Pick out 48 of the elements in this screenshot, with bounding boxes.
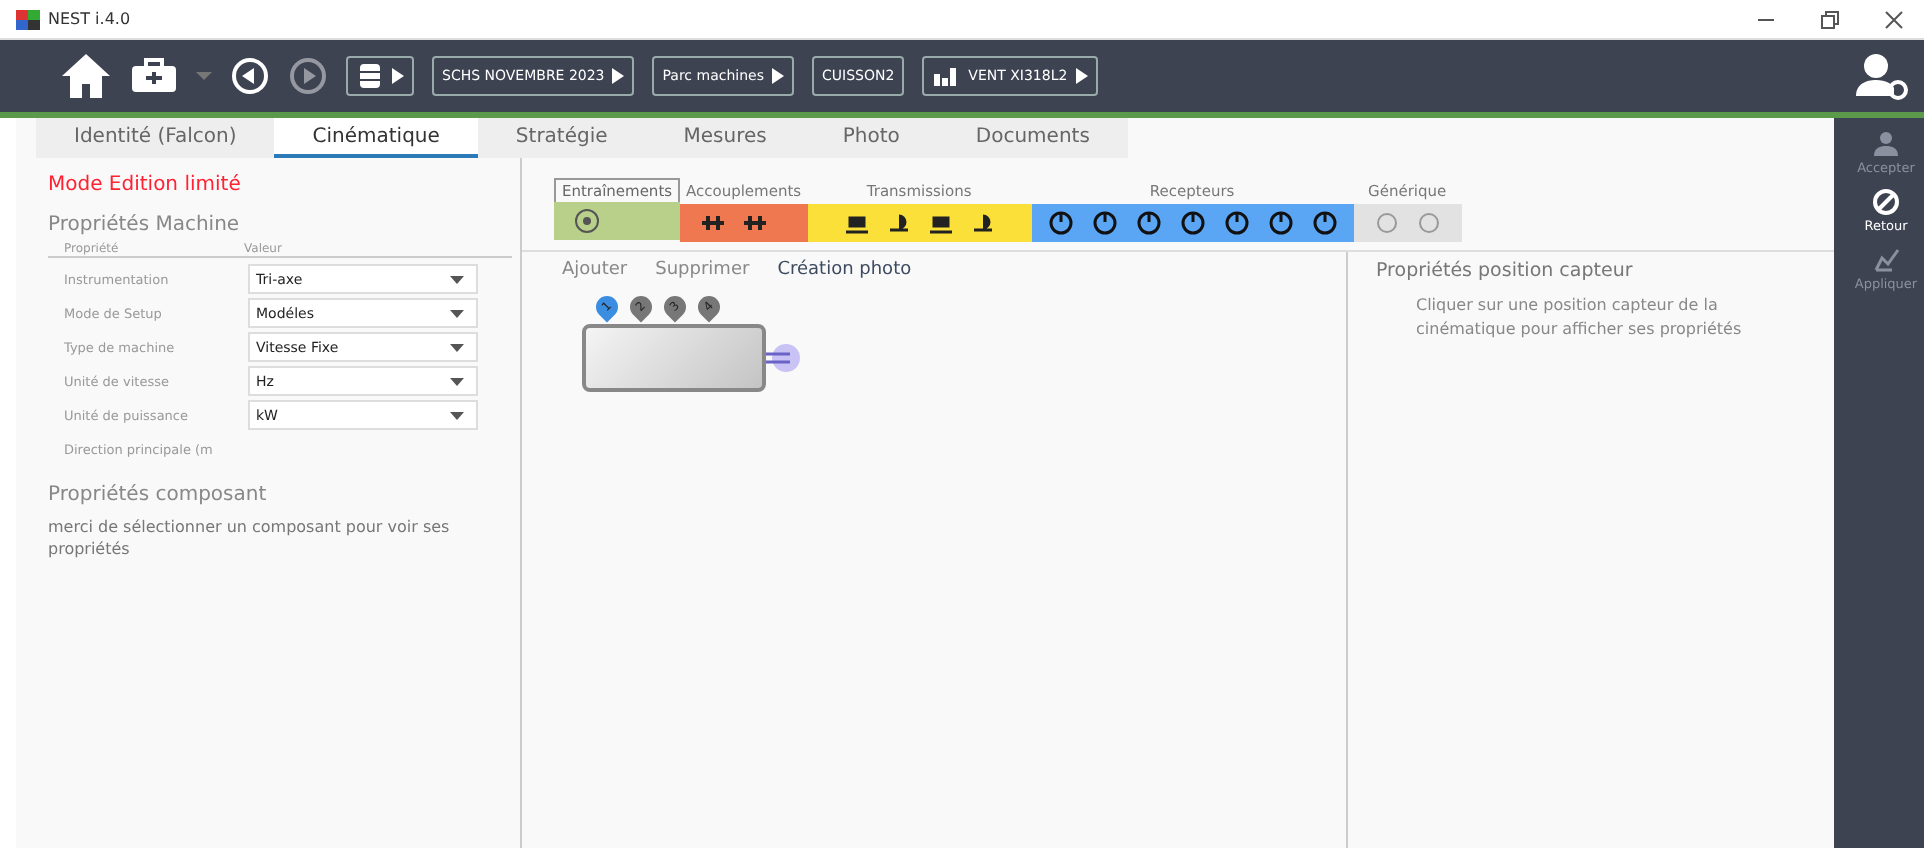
component-icon[interactable] [1311,210,1338,236]
database-icon [356,62,384,90]
section-title: Propriétés composant [48,484,269,506]
shaft-icon[interactable] [766,344,802,372]
component-icon[interactable] [969,210,996,236]
restore-icon[interactable] [1820,9,1840,29]
chart-icon [932,64,961,88]
window-title: NEST i.4.0 [48,10,131,28]
caret-icon [450,343,464,351]
cancel-icon [1871,188,1900,216]
component-icon[interactable] [1223,210,1250,236]
caret-icon [450,309,464,317]
component-icon[interactable] [1047,210,1074,236]
panel-title: Propriétés position capteur [1376,260,1635,282]
database-selector[interactable] [346,56,414,96]
mode-warning: Mode Edition limité [48,174,243,196]
person-icon [1871,130,1900,158]
tab[interactable]: Stratégie [477,118,646,158]
arrow-right-icon [772,68,784,84]
component-icon[interactable] [1179,210,1206,236]
caret-icon [450,275,464,283]
machine-block[interactable] [582,324,766,392]
tab[interactable]: Mesures [645,118,805,158]
tab[interactable]: Documents [937,118,1128,158]
action-link[interactable]: Création photo [777,260,912,280]
caret-icon [450,411,464,419]
arrow-right-icon [612,68,625,84]
arrow-right-icon [392,68,404,84]
back-icon[interactable] [230,56,270,96]
tab[interactable]: Photo [804,118,938,158]
close-icon[interactable] [1884,9,1904,29]
home-icon[interactable] [60,52,112,100]
tab[interactable]: Identité (Falcon) [36,118,275,158]
section-title: Propriétés Machine [48,214,242,236]
component-icon[interactable] [1091,210,1118,236]
arrow-right-icon [1075,68,1088,84]
caret-icon [450,377,464,385]
component-icon[interactable] [1267,210,1294,236]
component-icon[interactable] [885,210,912,236]
component-hint: merci de sélectionner un composant pour voir ses propriétés [48,516,452,561]
component-icon[interactable] [742,210,768,236]
tab[interactable]: Cinématique [274,118,478,158]
sensor-hint: Cliquer sur une position capteur de la cinématique pour afficher ses propriétés [1416,294,1744,342]
component-icon[interactable] [1135,210,1162,236]
toolbox-icon[interactable] [130,58,178,94]
app-logo-icon [16,9,40,29]
user-settings-icon[interactable] [1852,52,1912,100]
component-icon[interactable] [700,210,726,236]
